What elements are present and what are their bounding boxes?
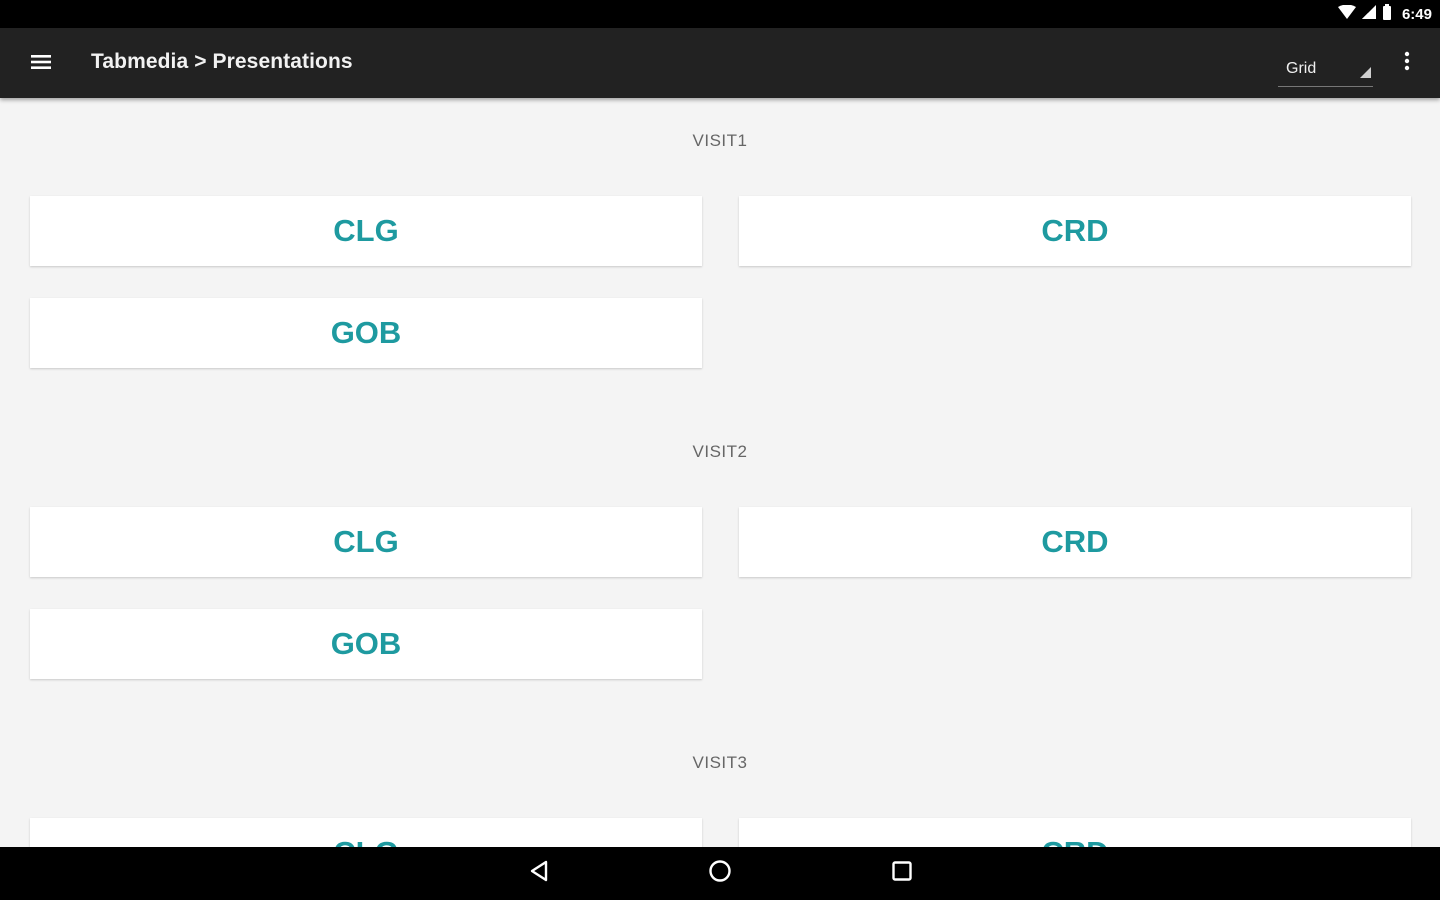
- menu-button[interactable]: [22, 45, 60, 83]
- status-icons: 6:49: [1337, 3, 1432, 25]
- dropdown-triangle-icon: [1360, 65, 1371, 83]
- back-icon: [529, 860, 549, 887]
- presentation-tile[interactable]: GOB: [30, 298, 702, 368]
- status-time: 6:49: [1401, 5, 1432, 23]
- presentation-tile[interactable]: CLG: [30, 818, 702, 847]
- signal-icon: [1361, 4, 1376, 24]
- section-title: VISIT1: [692, 131, 748, 150]
- hamburger-menu-icon: [31, 54, 51, 75]
- back-button[interactable]: [519, 855, 559, 891]
- page-title: Tabmedia > Presentations: [91, 50, 353, 73]
- presentation-tile[interactable]: CRD: [739, 196, 1411, 266]
- presentation-tile[interactable]: GOB: [30, 609, 702, 679]
- recents-button[interactable]: [882, 855, 922, 891]
- home-icon: [708, 859, 732, 888]
- presentation-tile[interactable]: CRD: [739, 818, 1411, 847]
- presentation-tile[interactable]: CRD: [739, 507, 1411, 577]
- wifi-icon: [1337, 4, 1356, 24]
- recents-icon: [891, 860, 913, 887]
- presentation-tile[interactable]: CLG: [30, 507, 702, 577]
- presentation-tile[interactable]: CLG: [30, 196, 702, 266]
- presentations-list[interactable]: VISIT1 CLG CRD GOB VISIT2 CLG CRD GOB VI…: [0, 98, 1440, 847]
- section-title: VISIT2: [692, 442, 748, 461]
- view-mode-value: Grid: [1286, 60, 1317, 77]
- more-vert-icon: [1404, 51, 1410, 76]
- overflow-menu-button[interactable]: [1392, 48, 1422, 78]
- battery-icon: [1382, 3, 1392, 25]
- system-nav-bar: [0, 847, 1440, 900]
- status-bar: 6:49: [0, 0, 1440, 28]
- view-mode-select[interactable]: Grid: [1278, 52, 1373, 87]
- home-button[interactable]: [700, 855, 740, 891]
- section-title: VISIT3: [692, 753, 748, 772]
- app-bar: Tabmedia > Presentations Grid: [0, 28, 1440, 98]
